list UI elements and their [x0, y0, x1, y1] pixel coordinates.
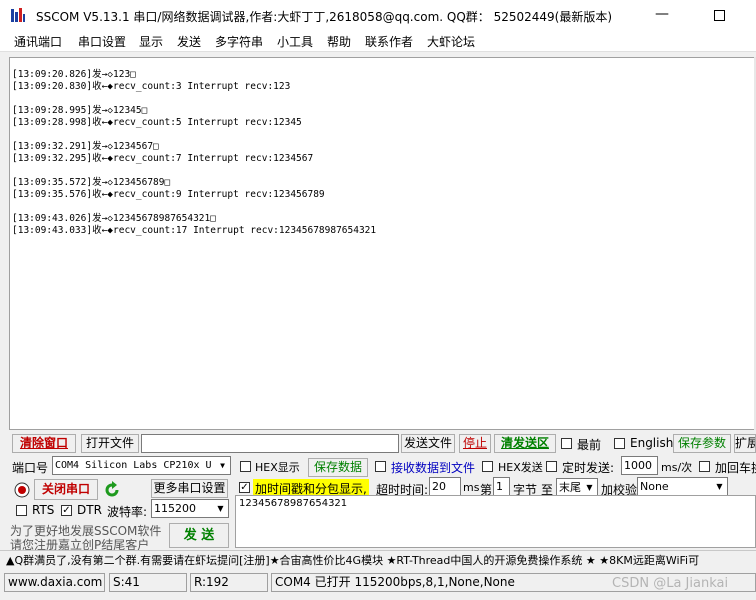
port-label: 端口号 [12, 461, 49, 475]
chevron-down-icon: ▼ [582, 479, 597, 496]
timed-send-checkbox[interactable] [546, 461, 557, 472]
refresh-icon[interactable] [103, 481, 121, 499]
log-line: [13:09:43.033]收←◆recv_count:17 Interrupt… [12, 225, 377, 236]
end-select-value: 末尾 [559, 481, 581, 494]
maximize-icon [713, 10, 725, 21]
minimize-button[interactable]: — [651, 4, 673, 26]
receive-area[interactable]: [13:09:20.826]发→◇123□ [13:09:20.830]收←◆r… [9, 57, 756, 430]
timed-send-label: 定时发送: [562, 461, 615, 475]
watermark: CSDN @La Jiankai [612, 576, 729, 591]
close-port-button[interactable]: 关闭串口 [34, 479, 98, 500]
title-bar: SSCOM V5.13.1 串口/网络数据调试器,作者:大虾丁丁,2618058… [0, 0, 756, 30]
send-file-button[interactable]: 发送文件 [401, 434, 455, 453]
port-select-value: COM4 Silicon Labs CP210x U [55, 460, 212, 471]
english-checkbox[interactable] [614, 438, 625, 449]
hex-display-checkbox[interactable] [240, 461, 251, 472]
chevron-down-icon: ▼ [215, 457, 230, 474]
send-button[interactable]: 发 送 [169, 523, 229, 548]
open-file-button[interactable]: 打开文件 [81, 434, 139, 453]
recv-to-file-label: 接收数据到文件 [391, 461, 476, 475]
timestamp-checkbox[interactable]: ✓ [239, 482, 250, 493]
status-recv-count: R:192 [190, 573, 268, 592]
interval-input[interactable]: 1000 [621, 456, 658, 475]
menu-comm-port[interactable]: 通讯端口 [14, 33, 62, 50]
baud-select[interactable]: 115200 ▼ [151, 499, 229, 518]
log-line: [13:09:35.576]收←◆recv_count:9 Interrupt … [12, 189, 325, 200]
timeout-input[interactable]: 20 [429, 477, 461, 496]
save-data-button[interactable]: 保存数据 [308, 458, 368, 477]
menu-tools[interactable]: 小工具 [277, 33, 313, 50]
add-crlf-checkbox[interactable] [699, 461, 710, 472]
send-input[interactable]: 12345678987654321 [235, 495, 756, 548]
nth-byte-input[interactable]: 1 [493, 477, 510, 496]
menu-multi-string[interactable]: 多字符串 [215, 33, 263, 50]
recv-to-file-checkbox[interactable] [375, 461, 386, 472]
status-sent-count: S:41 [109, 573, 187, 592]
window-title: SSCOM V5.13.1 串口/网络数据调试器,作者:大虾丁丁,2618058… [36, 10, 613, 24]
checksum-select[interactable]: None ▼ [637, 477, 728, 496]
news-ticker[interactable]: ▲Q群满员了,没有第二个群.有需要请在虾坛提问[注册]★合宙高性价比4G模块 ★… [0, 550, 756, 570]
hex-send-checkbox[interactable] [482, 461, 493, 472]
menu-forum[interactable]: 大虾论坛 [427, 33, 475, 50]
baud-select-value: 115200 [154, 502, 196, 515]
log-line: [13:09:20.830]收←◆recv_count:3 Interrupt … [12, 81, 291, 92]
dtr-label: DTR [77, 503, 102, 517]
checksum-select-value: None [640, 480, 669, 493]
interval-unit: ms/次 [661, 461, 693, 474]
maximize-button[interactable] [708, 4, 730, 26]
rts-checkbox[interactable] [16, 505, 27, 516]
baud-label: 波特率: [107, 505, 148, 519]
status-site[interactable]: www.daxia.com [4, 573, 105, 592]
menu-contact-author[interactable]: 联系作者 [365, 33, 413, 50]
file-path-input[interactable] [141, 434, 399, 453]
save-params-button[interactable]: 保存参数 [673, 434, 731, 453]
rts-label: RTS [32, 503, 55, 517]
more-settings-button[interactable]: 更多串口设置 [151, 479, 228, 498]
port-select[interactable]: COM4 Silicon Labs CP210x U ▼ [52, 456, 231, 475]
english-label: English [630, 436, 674, 450]
topmost-checkbox[interactable] [561, 438, 572, 449]
menu-display[interactable]: 显示 [139, 33, 163, 50]
chevron-down-icon: ▼ [213, 500, 228, 517]
menu-send[interactable]: 发送 [177, 33, 201, 50]
menu-bar: 通讯端口 串口设置 显示 发送 多字符串 小工具 帮助 联系作者 大虾论坛 [0, 30, 756, 52]
clear-window-button[interactable]: 清除窗口 [12, 434, 76, 453]
add-crlf-label: 加回车换行 [715, 461, 756, 475]
log-line: [13:09:28.998]收←◆recv_count:5 Interrupt … [12, 117, 302, 128]
timeout-unit: ms [463, 481, 480, 494]
expand-button[interactable]: 扩展 [734, 434, 756, 453]
topmost-label: 最前 [577, 438, 602, 452]
hex-send-label: HEX发送 [498, 461, 543, 474]
menu-help[interactable]: 帮助 [327, 33, 351, 50]
log-line: [13:09:32.295]收←◆recv_count:7 Interrupt … [12, 153, 314, 164]
clear-send-button[interactable]: 清发送区 [494, 434, 556, 453]
hex-display-label: HEX显示 [255, 461, 300, 474]
stop-button[interactable]: 停止 [459, 434, 491, 453]
chevron-down-icon: ▼ [712, 478, 727, 495]
app-icon [10, 7, 26, 23]
dtr-checkbox[interactable]: ✓ [61, 505, 72, 516]
menu-serial-settings[interactable]: 串口设置 [78, 33, 126, 50]
port-status-icon [14, 482, 30, 498]
